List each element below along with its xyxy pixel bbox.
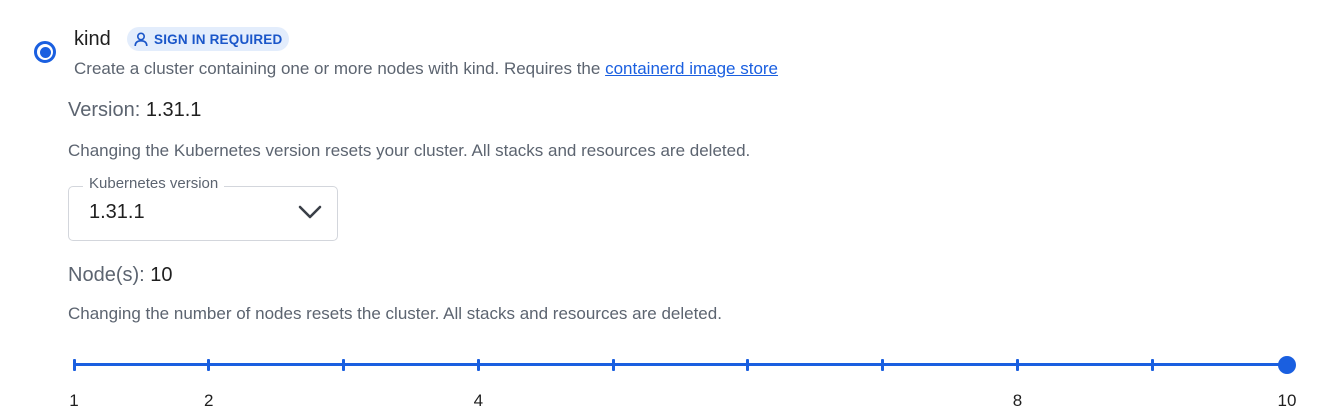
version-help-text: Changing the Kubernetes version resets y… [68,141,751,160]
nodes-slider[interactable] [72,352,1296,378]
slider-track [74,363,1287,366]
slider-tick [342,359,346,371]
slider-tick [1015,359,1019,371]
slider-tick-label: 1 [69,391,79,410]
slider-tick-label: 10 [1277,391,1297,410]
slider-tick-label: 4 [473,391,484,410]
slider-tick [881,359,885,371]
select-value: 1.31.1 [89,201,145,223]
select-label: Kubernetes version [83,175,225,192]
slider-tick [476,359,480,371]
slider-tick-label: 2 [204,391,214,410]
slider-thumb[interactable] [1278,356,1296,374]
version-label: Version: [68,99,141,121]
kubernetes-version-select[interactable]: Kubernetes version 1.31.1 [68,175,338,241]
slider-tick [207,359,211,371]
slider-tick-label: 8 [1012,391,1023,410]
nodes-summary: Node(s): 10 [68,264,173,287]
radio-selected-dot [39,46,51,58]
slider-tick [746,359,750,371]
version-summary: Version: 1.31.1 [68,99,201,122]
person-icon [134,31,148,47]
option-title: kind [74,28,111,50]
slider-tick [72,359,76,371]
option-description: Create a cluster containing one or more … [74,59,778,79]
nodes-help-text: Changing the number of nodes resets the … [68,304,722,323]
slider-tick [611,359,615,371]
sign-in-required-badge: SIGN IN REQUIRED [127,27,290,51]
nodes-value: 10 [150,264,173,286]
version-value: 1.31.1 [145,99,202,121]
slider-tick [1150,359,1154,371]
chevron-down-icon [298,204,322,225]
kind-radio-button[interactable] [34,41,56,63]
containerd-image-store-link[interactable]: containerd image store [605,59,778,78]
kind-cluster-option: kind SIGN IN REQUIRED Create a cluster c… [0,0,1317,418]
description-text: Create a cluster containing one or more … [74,59,606,78]
badge-label: SIGN IN REQUIRED [154,31,283,47]
nodes-label: Node(s): [68,264,145,286]
